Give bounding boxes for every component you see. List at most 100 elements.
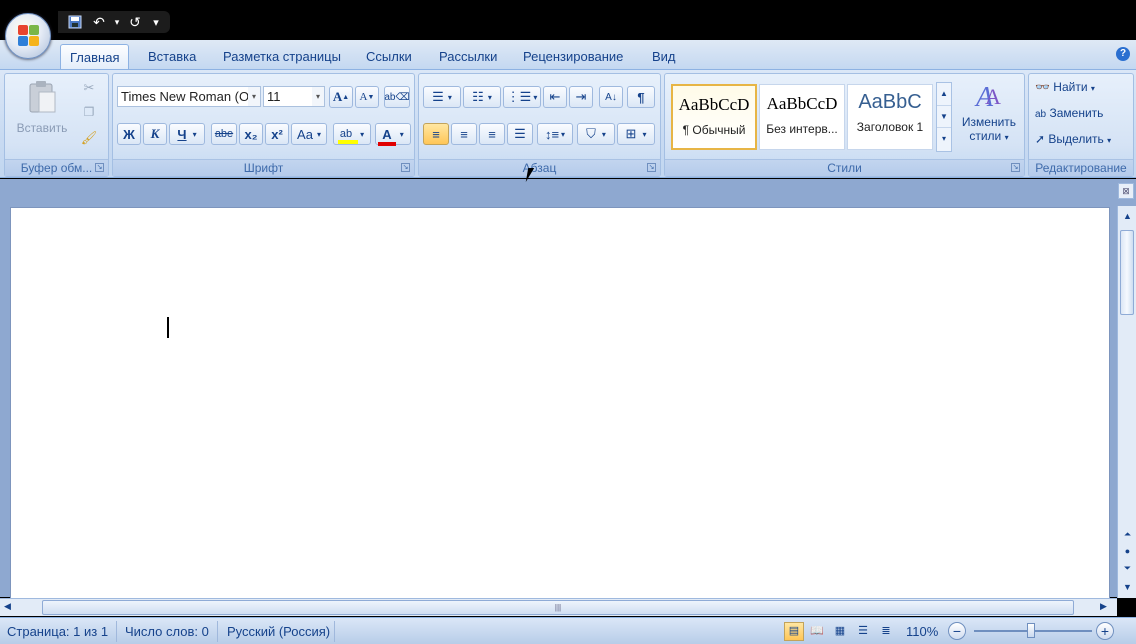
underline-button[interactable]: Ч ▾ — [169, 123, 205, 145]
replace-icon: ab — [1035, 109, 1047, 120]
decrease-indent-button[interactable]: ⇤ — [543, 86, 567, 108]
bold-button[interactable]: Ж — [117, 123, 141, 145]
align-left-button[interactable]: ≡ — [423, 123, 449, 145]
italic-button[interactable]: К — [143, 123, 167, 145]
select-button[interactable]: ➚ Выделить ▾ — [1035, 132, 1111, 152]
help-icon[interactable]: ? — [1116, 47, 1130, 61]
zoom-level[interactable]: 110% — [906, 624, 938, 639]
line-spacing-button[interactable]: ↕≡ ▾ — [537, 123, 573, 145]
shrink-font-icon: A — [359, 91, 368, 103]
tab-page-layout[interactable]: Разметка страницы — [214, 44, 350, 69]
bullet-list-icon: ☰ — [432, 89, 444, 104]
show-marks-button[interactable]: ¶ — [627, 86, 655, 108]
sort-button[interactable]: A↓ — [599, 86, 623, 108]
web-layout-icon[interactable]: ▦ — [830, 622, 850, 641]
tab-review[interactable]: Рецензирование — [514, 44, 632, 69]
grow-font-button[interactable]: A ▲ — [329, 86, 353, 108]
increase-indent-button[interactable]: ⇥ — [569, 86, 593, 108]
justify-button[interactable]: ☰ — [507, 123, 533, 145]
language-indicator[interactable]: Русский (Россия) — [227, 624, 330, 639]
style-normal[interactable]: AaBbCcD ¶ Обычный — [671, 84, 757, 150]
draft-view-icon[interactable]: ≣ — [876, 622, 896, 641]
font-color-button[interactable]: A ▾ — [375, 123, 411, 146]
horizontal-scroll-thumb[interactable]: ||| — [42, 600, 1074, 615]
paragraph-launcher-icon[interactable]: ↘ — [647, 163, 656, 172]
superscript-button[interactable]: x² — [265, 123, 289, 145]
next-page-icon[interactable]: ⏷ — [1119, 560, 1136, 577]
scroll-down-icon[interactable]: ▼ — [937, 105, 951, 127]
underline-icon: Ч — [177, 126, 187, 142]
align-center-button[interactable]: ≡ — [451, 123, 477, 145]
zoom-slider-knob[interactable] — [1027, 623, 1035, 638]
subscript-button[interactable]: x₂ — [239, 123, 263, 145]
print-layout-icon[interactable]: ▤ — [784, 622, 804, 641]
scroll-right-icon[interactable]: ▶ — [1100, 601, 1107, 612]
tab-insert[interactable]: Вставка — [139, 44, 205, 69]
redo-icon[interactable]: ↺ — [124, 11, 146, 33]
vertical-scrollbar[interactable]: ▲ ⏶ ● ⏷ ▼ — [1117, 206, 1136, 598]
numbered-list-icon: ☷ — [472, 89, 484, 104]
shrink-font-button[interactable]: A ▼ — [355, 86, 379, 108]
style-no-spacing[interactable]: AaBbCcD Без интерв... — [759, 84, 845, 150]
align-right-button[interactable]: ≡ — [479, 123, 505, 145]
font-size-combo[interactable]: 11 ▾ — [263, 86, 325, 107]
undo-icon[interactable]: ↶ — [88, 11, 110, 33]
shading-button[interactable]: ⛉ ▾ — [577, 123, 615, 145]
font-name-combo[interactable]: Times New Roman (О ▾ — [117, 86, 261, 107]
horizontal-scrollbar[interactable]: ◀ ||| ▶ — [0, 598, 1117, 616]
superscript-icon: x² — [271, 126, 283, 142]
cut-icon[interactable]: ✂ — [79, 80, 99, 98]
change-styles-label-2: стили ▾ — [969, 129, 1009, 143]
style-heading-1[interactable]: AaBbC Заголовок 1 — [847, 84, 933, 150]
scroll-left-icon[interactable]: ◀ — [4, 601, 11, 612]
style-name: ¶ Обычный — [682, 123, 746, 137]
more-styles-icon[interactable]: ▾ — [937, 127, 951, 149]
office-button[interactable] — [5, 13, 51, 59]
page-count[interactable]: Страница: 1 из 1 — [7, 624, 108, 639]
find-button[interactable]: 👓 Найти ▾ — [1035, 80, 1095, 100]
change-styles-icon: AA — [974, 82, 1001, 113]
zoom-in-button[interactable]: + — [1096, 622, 1114, 640]
paste-button[interactable]: Вставить — [11, 78, 73, 146]
save-icon[interactable] — [64, 11, 86, 33]
previous-page-icon[interactable]: ⏶ — [1119, 526, 1136, 543]
paragraph-group-label: Абзац — [419, 159, 660, 176]
clear-formatting-button[interactable]: ab⌫ — [384, 86, 410, 108]
tab-view[interactable]: Вид — [643, 44, 685, 69]
document-page[interactable] — [10, 207, 1110, 599]
replace-button[interactable]: ab Заменить — [1035, 106, 1103, 126]
vertical-scroll-thumb[interactable] — [1120, 230, 1134, 315]
tab-home[interactable]: Главная — [60, 44, 130, 69]
styles-launcher-icon[interactable]: ↘ — [1011, 163, 1020, 172]
scroll-up-icon[interactable]: ▲ — [1119, 208, 1136, 225]
copy-icon[interactable]: ❐ — [79, 105, 99, 123]
undo-dropdown-icon[interactable]: ▾ — [112, 11, 122, 33]
clipboard-launcher-icon[interactable]: ↘ — [95, 163, 104, 172]
outline-view-icon[interactable]: ☰ — [853, 622, 873, 641]
tab-references[interactable]: Ссылки — [357, 44, 421, 69]
multilevel-list-button[interactable]: ⋮☰ ▾ — [503, 86, 541, 108]
select-label: Выделить — [1048, 132, 1104, 146]
clipboard-group: Вставить ✂ ❐ 🖌 Буфер обм... ↘ — [4, 73, 109, 177]
change-styles-button[interactable]: AA Изменить стили ▾ — [955, 80, 1023, 154]
align-right-icon: ≡ — [488, 126, 496, 142]
change-case-button[interactable]: Aa ▾ — [291, 123, 327, 145]
tab-mailings[interactable]: Рассылки — [430, 44, 506, 69]
borders-button[interactable]: ⊞ ▾ — [617, 123, 655, 145]
office-logo-icon — [18, 25, 40, 47]
font-launcher-icon[interactable]: ↘ — [401, 163, 410, 172]
customize-qat-icon[interactable]: ▾ — [148, 11, 164, 33]
browse-object-icon[interactable]: ● — [1119, 543, 1136, 560]
full-screen-reading-icon[interactable]: 📖 — [807, 622, 827, 641]
highlight-button[interactable]: ab ▾ — [333, 123, 371, 145]
scroll-down-icon[interactable]: ▼ — [1119, 579, 1136, 596]
format-painter-icon[interactable]: 🖌 — [79, 130, 99, 148]
scroll-up-icon[interactable]: ▲ — [937, 83, 951, 105]
word-count[interactable]: Число слов: 0 — [125, 624, 209, 639]
paste-label: Вставить — [16, 121, 68, 135]
numbering-button[interactable]: ☷ ▾ — [463, 86, 501, 108]
ruler-toggle-icon[interactable]: ⊠ — [1118, 183, 1134, 199]
strikethrough-button[interactable]: abe — [211, 123, 237, 145]
zoom-out-button[interactable]: − — [948, 622, 966, 640]
bullets-button[interactable]: ☰ ▾ — [423, 86, 461, 108]
